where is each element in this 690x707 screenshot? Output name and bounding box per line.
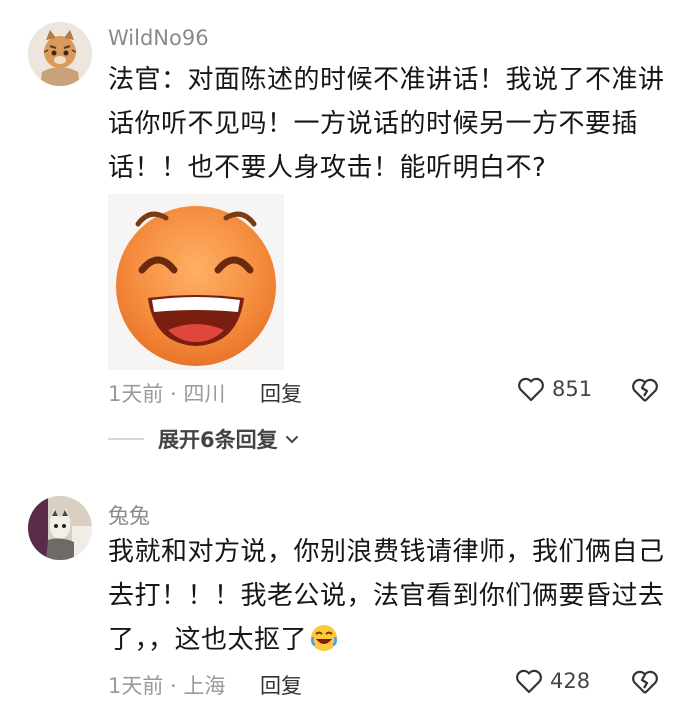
avatar[interactable]	[28, 22, 92, 86]
divider-line	[108, 438, 144, 440]
comment-time-location: 1天前 · 上海	[108, 674, 226, 698]
dislike-button[interactable]	[630, 667, 660, 701]
cat-avatar-icon	[28, 496, 92, 560]
heart-icon	[518, 377, 544, 402]
reply-button[interactable]: 回复	[260, 378, 302, 408]
comment-time-location: 1天前 · 四川	[108, 382, 226, 406]
laughing-face-icon	[116, 206, 276, 366]
comment-text-body: 我就和对方说，你别浪费钱请律师，我们俩自己去打！！！我老公说，法官看到你们俩要昏…	[108, 537, 665, 655]
rolling-laughing-emoji-icon	[311, 625, 338, 651]
expand-replies-button[interactable]: 展开6条回复	[108, 424, 300, 454]
username[interactable]: WildNo96	[108, 26, 209, 50]
broken-heart-icon	[632, 378, 658, 402]
reply-button[interactable]: 回复	[260, 670, 302, 700]
like-count: 851	[552, 377, 593, 401]
laughing-emoji-sticker	[108, 194, 284, 370]
tiger-avatar-icon	[28, 22, 92, 86]
broken-heart-icon	[632, 670, 658, 694]
comment-text: 我就和对方说，你别浪费钱请律师，我们俩自己去打！！！我老公说，法官看到你们俩要昏…	[108, 530, 668, 662]
heart-icon	[516, 669, 542, 694]
chevron-down-icon	[285, 436, 298, 444]
like-count: 428	[550, 669, 591, 693]
comment-text: 法官：对面陈述的时候不准讲话！我说了不准讲话你听不见吗！一方说话的时候另一方不要…	[108, 65, 665, 183]
username[interactable]: 兔兔	[108, 500, 150, 530]
like-button[interactable]: 851	[516, 374, 592, 404]
like-button[interactable]: 428	[514, 666, 590, 696]
expand-replies-label: 展开6条回复	[158, 428, 278, 452]
dislike-button[interactable]	[630, 375, 660, 409]
avatar[interactable]	[28, 496, 92, 560]
